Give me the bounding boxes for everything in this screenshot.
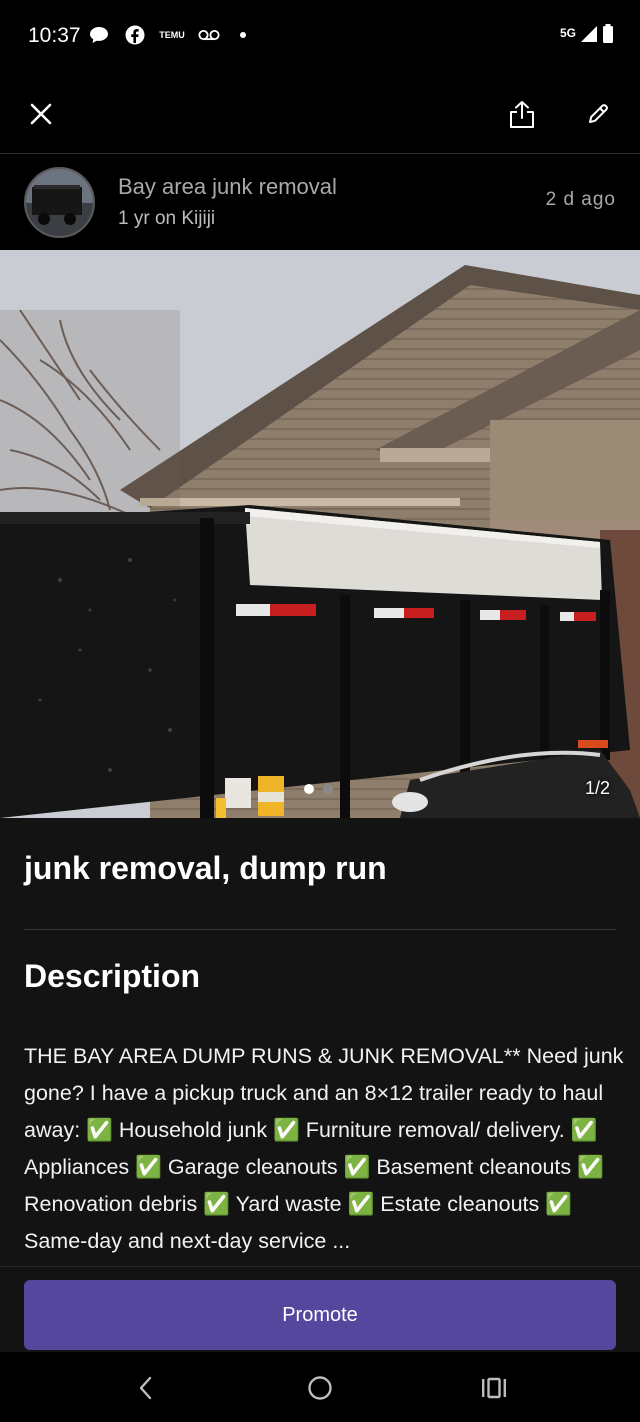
chat-bubble-icon [88, 22, 110, 48]
image-counter: 1/2 [584, 778, 610, 798]
listing-title: junk removal, dump run [24, 850, 387, 886]
page-dot-active [304, 784, 314, 794]
status-time: 10:37 [28, 24, 81, 47]
close-button[interactable] [17, 90, 65, 138]
dump-trailer-image [0, 250, 640, 818]
battery-icon [602, 24, 614, 49]
description-heading: Description [24, 958, 201, 994]
back-icon [139, 1376, 152, 1400]
facebook-icon [124, 22, 146, 48]
share-icon [510, 101, 534, 128]
more-notifications-dot [240, 32, 246, 38]
notification-icons: TEMU [88, 22, 246, 48]
listing-photo[interactable]: 1/2 [0, 250, 640, 818]
bottom-divider [0, 1266, 640, 1267]
close-icon [30, 103, 52, 125]
share-button[interactable] [498, 90, 546, 138]
status-bar: 10:37 TEMU 5G [0, 0, 640, 74]
system-nav-bar [0, 1352, 640, 1422]
posted-time: 2 d ago [545, 189, 616, 210]
signal-icon [580, 25, 598, 48]
nav-recents-button[interactable] [472, 1366, 516, 1410]
nav-home-button[interactable] [298, 1366, 342, 1410]
avatar[interactable] [24, 167, 95, 238]
recents-icon [482, 1377, 506, 1399]
pencil-icon [589, 104, 608, 123]
temu-icon: TEMU [159, 29, 185, 40]
network-type: 5G [559, 25, 576, 40]
description-text[interactable]: THE BAY AREA DUMP RUNS & JUNK REMOVAL** … [24, 1038, 624, 1260]
nav-back-button[interactable] [124, 1366, 168, 1410]
status-right: 5G [560, 24, 614, 49]
promote-button[interactable]: Promote [24, 1280, 616, 1350]
seller-name[interactable]: Bay area junk removal [118, 174, 337, 200]
voicemail-icon [198, 22, 220, 48]
seller-membership: 1 yr on Kijiji [118, 208, 216, 229]
trailer-avatar-image [26, 169, 93, 236]
top-app-bar [0, 74, 640, 154]
edit-button[interactable] [574, 90, 622, 138]
seller-row[interactable]: Bay area junk removal 1 yr on Kijiji 2 d… [0, 154, 640, 250]
divider [24, 929, 616, 930]
image-pagination-dots [304, 784, 333, 794]
page-dot [323, 784, 333, 794]
home-icon [308, 1376, 332, 1400]
